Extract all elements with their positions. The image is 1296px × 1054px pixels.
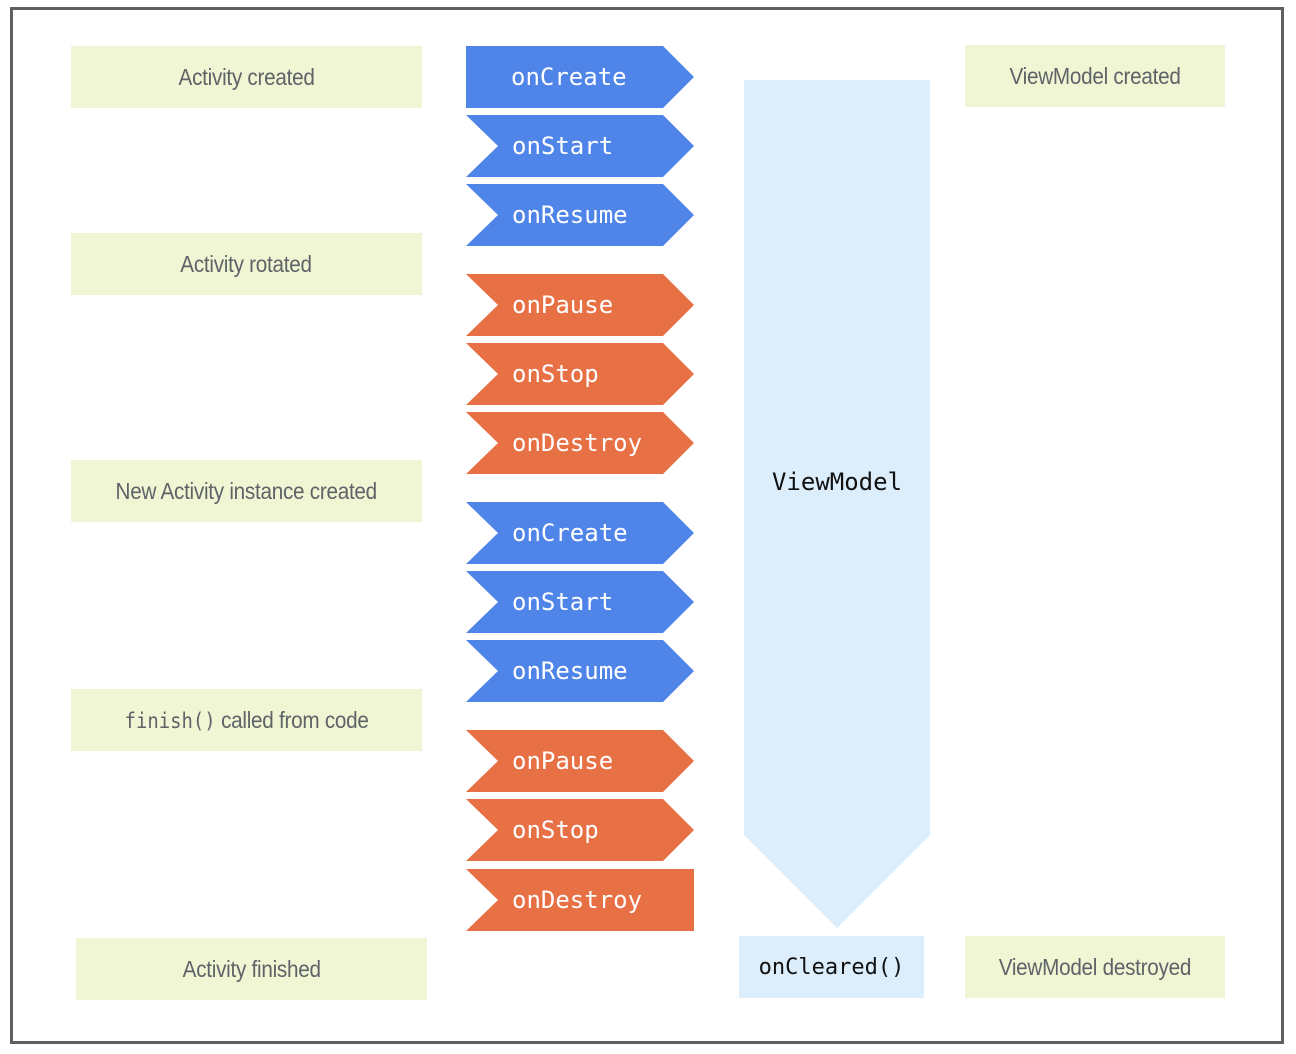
label-text: ViewModel destroyed	[998, 953, 1192, 980]
callback-label: onResume	[512, 201, 628, 229]
finish-called-label: finish() called from code	[71, 689, 422, 751]
callback-label: onStop	[512, 360, 599, 388]
activity-finished-label: Activity finished	[76, 938, 427, 1000]
callback-label: onCreate	[512, 519, 628, 547]
callback-label: onCreate	[511, 63, 627, 91]
label-text: New Activity instance created	[115, 477, 378, 504]
callback-label: onPause	[512, 291, 614, 319]
callback-label: onStart	[512, 132, 614, 160]
callback-onstart-chevron: onStart	[466, 571, 694, 633]
activity-rotated-label: Activity rotated	[71, 233, 422, 295]
callback-label: onDestroy	[512, 886, 643, 914]
label-text: Activity finished	[182, 955, 321, 982]
callback-onpause-chevron: onPause	[466, 730, 694, 792]
viewmodel-lifetime-arrow	[744, 80, 930, 928]
callback-ondestroy-chevron: onDestroy	[466, 869, 694, 931]
callback-label: onStart	[512, 588, 614, 616]
on-cleared-box: onCleared()	[739, 936, 924, 998]
label-text: finish() called from code	[124, 707, 368, 734]
callback-label: onResume	[512, 657, 628, 685]
callback-oncreate-chevron: onCreate	[466, 46, 694, 108]
callback-label: onDestroy	[512, 429, 643, 457]
callback-onpause-chevron: onPause	[466, 274, 694, 336]
callback-label: onStop	[512, 816, 599, 844]
finish-text: called from code	[215, 706, 369, 733]
callback-oncreate-chevron: onCreate	[466, 502, 694, 564]
callback-onstop-chevron: onStop	[466, 799, 694, 861]
viewmodel-created-label: ViewModel created	[965, 45, 1225, 107]
activity-created-label: Activity created	[71, 46, 422, 108]
callback-onresume-chevron: onResume	[466, 184, 694, 246]
viewmodel-label: ViewModel	[771, 468, 903, 496]
callback-ondestroy-chevron: onDestroy	[466, 412, 694, 474]
callback-label: onPause	[512, 747, 614, 775]
viewmodel-arrow-shape	[744, 80, 930, 928]
finish-code: finish()	[124, 708, 216, 733]
viewmodel-destroyed-label: ViewModel destroyed	[965, 936, 1225, 998]
label-text: Activity rotated	[180, 250, 313, 277]
label-text: Activity created	[178, 63, 315, 90]
new-activity-instance-label: New Activity instance created	[71, 460, 422, 522]
callback-onresume-chevron: onResume	[466, 640, 694, 702]
label-text: ViewModel created	[1009, 62, 1181, 89]
callback-onstart-chevron: onStart	[466, 115, 694, 177]
callback-onstop-chevron: onStop	[466, 343, 694, 405]
